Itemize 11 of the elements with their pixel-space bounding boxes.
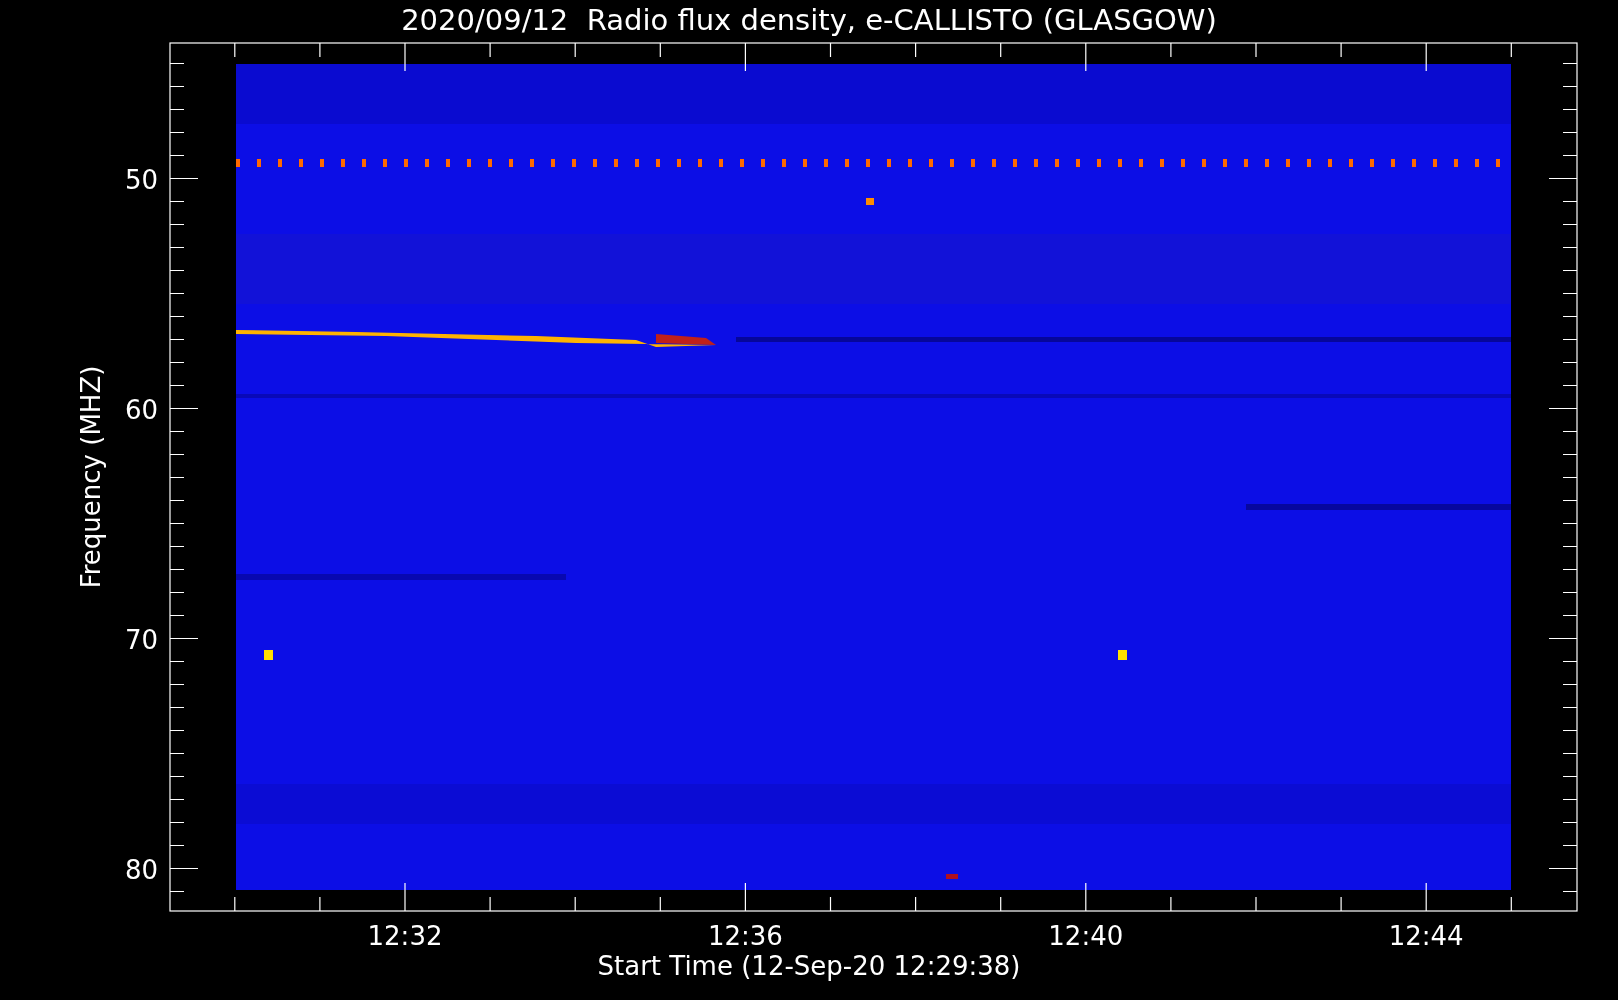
axis-tick-label: 12:40 [1048,921,1124,951]
axis-tick-label: 70 [124,624,158,655]
axis-tick-label: 60 [124,394,158,425]
chart-title: 2020/09/12 Radio flux density, e-CALLISTO (GLASGOW) [401,3,1217,37]
axis-tick-label: 80 [124,854,158,885]
axis-tick-label: 12:32 [367,921,443,951]
axis-title: Frequency (MHZ) [76,365,106,589]
axis-tick-label: 12:44 [1388,921,1464,951]
axis-title: Start Time (12-Sep-20 12:29:38) [597,951,1021,981]
axis-tick-label: 50 [124,164,158,195]
axis-tick-label: 12:36 [707,921,783,951]
